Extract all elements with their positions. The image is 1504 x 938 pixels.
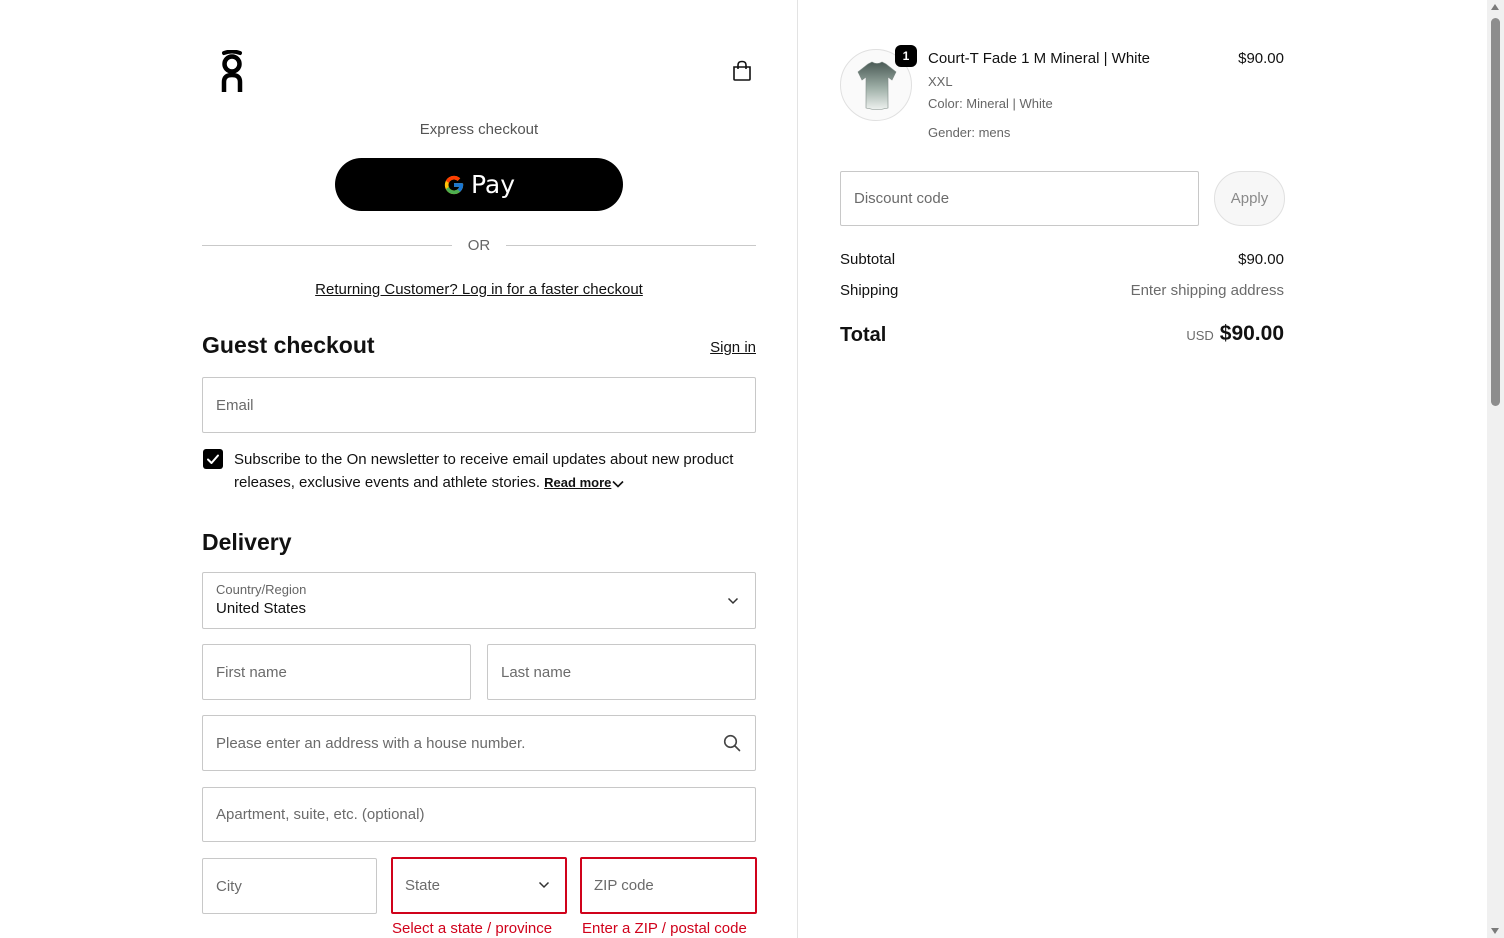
subtotal-label: Subtotal: [840, 251, 896, 268]
last-name-input[interactable]: [488, 645, 755, 699]
state-select[interactable]: State: [391, 857, 567, 914]
shipping-label: Shipping: [840, 282, 899, 299]
search-icon[interactable]: [723, 734, 741, 752]
product-price: $90.00: [1238, 50, 1284, 67]
divider-line: [506, 244, 756, 246]
newsletter-text: Subscribe to the On newsletter to receiv…: [234, 451, 734, 491]
returning-customer-row: Returning Customer? Log in for a faster …: [202, 281, 756, 298]
total-amount: $90.00: [1219, 322, 1284, 345]
last-name-field[interactable]: [487, 644, 756, 700]
or-divider: OR: [202, 235, 756, 255]
total-label: Total: [840, 324, 887, 346]
email-field[interactable]: [202, 377, 756, 433]
total-value: USD $90.00: [1040, 322, 1284, 346]
newsletter-consent: Subscribe to the On newsletter to receiv…: [234, 448, 756, 494]
or-text: OR: [467, 236, 491, 254]
product-size: XXL: [928, 74, 953, 89]
express-checkout-label: Express checkout: [419, 121, 539, 138]
scroll-down-arrow-icon[interactable]: [1491, 928, 1499, 934]
checkmark-icon: [207, 454, 219, 464]
shopping-bag-icon[interactable]: [730, 59, 754, 83]
subtotal-value: $90.00: [1238, 251, 1284, 268]
country-region-select[interactable]: Country/Region United States: [202, 572, 756, 629]
state-placeholder: State: [405, 877, 441, 894]
guest-checkout-heading: Guest checkout: [202, 332, 375, 358]
apartment-input[interactable]: [203, 788, 755, 841]
newsletter-checkbox[interactable]: [203, 449, 223, 469]
discount-code-field[interactable]: [840, 171, 1199, 226]
product-gender: Gender: mens: [928, 125, 1011, 140]
shipping-value: Enter shipping address: [1130, 282, 1284, 299]
scroll-up-arrow-icon[interactable]: [1491, 4, 1499, 10]
delivery-heading: Delivery: [202, 529, 292, 555]
first-name-field[interactable]: [202, 644, 471, 700]
chevron-down-icon: [727, 597, 739, 605]
on-logo-icon[interactable]: [218, 50, 246, 94]
quantity-badge: 1: [895, 45, 917, 67]
city-field[interactable]: [202, 858, 377, 914]
sign-in-link[interactable]: Sign in: [680, 339, 756, 356]
product-color: Color: Mineral | White: [928, 96, 1053, 111]
country-region-value: United States: [216, 600, 307, 617]
returning-customer-login-link[interactable]: Returning Customer? Log in for a faster …: [315, 281, 643, 298]
google-pay-label: Pay: [470, 170, 516, 199]
zip-error-message: Enter a ZIP / postal code: [582, 920, 747, 937]
chevron-down-icon: [538, 881, 550, 889]
google-pay-button[interactable]: Pay: [335, 158, 623, 211]
product-name: Court-T Fade 1 M Mineral | White: [928, 50, 1151, 67]
checkout-form-panel: Express checkout Pay OR Returning Custom…: [0, 0, 798, 938]
city-input[interactable]: [203, 859, 376, 913]
zip-code-field[interactable]: [580, 857, 757, 914]
address-input[interactable]: [203, 716, 755, 770]
order-summary-panel: [799, 0, 1487, 938]
google-g-icon: [444, 175, 464, 194]
scrollbar-thumb[interactable]: [1491, 18, 1500, 406]
discount-code-input[interactable]: [841, 172, 1198, 225]
total-currency: USD: [1186, 328, 1214, 343]
first-name-input[interactable]: [203, 645, 470, 699]
chevron-down-icon: [612, 480, 624, 488]
page-scrollbar[interactable]: [1487, 0, 1504, 938]
read-more-label: Read more: [544, 475, 612, 490]
read-more-link[interactable]: Read more: [544, 475, 625, 490]
country-region-label: Country/Region: [216, 582, 307, 597]
divider-line: [202, 244, 452, 246]
address-field[interactable]: [202, 715, 756, 771]
state-error-message: Select a state / province: [392, 920, 553, 937]
apply-discount-button[interactable]: Apply: [1214, 171, 1285, 226]
apartment-field[interactable]: [202, 787, 756, 842]
zip-code-input[interactable]: [582, 859, 755, 912]
email-input[interactable]: [203, 378, 755, 432]
